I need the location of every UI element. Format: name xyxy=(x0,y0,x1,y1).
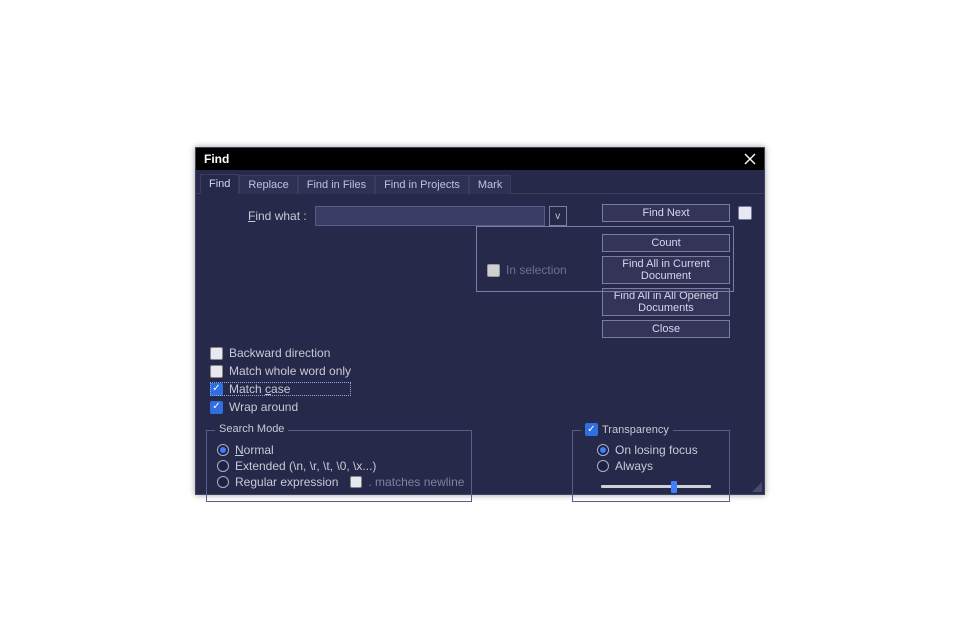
resize-grip-icon[interactable] xyxy=(750,480,762,492)
trans-losing-focus-label: On losing focus xyxy=(615,443,698,457)
trans-losing-focus-radio[interactable] xyxy=(597,444,609,456)
search-options-group: Backward direction Match whole word only… xyxy=(210,346,351,414)
whole-word-option[interactable]: Match whole word only xyxy=(210,364,351,378)
whole-word-checkbox[interactable] xyxy=(210,365,223,378)
wrap-around-label: Wrap around xyxy=(229,400,298,414)
matches-newline-checkbox xyxy=(350,476,362,488)
close-icon[interactable] xyxy=(740,149,760,169)
dialog-title: Find xyxy=(204,152,229,166)
slider-thumb[interactable] xyxy=(671,481,677,493)
trans-always-radio[interactable] xyxy=(597,460,609,472)
match-case-label: Match case xyxy=(229,382,290,396)
find-what-history-dropdown[interactable]: v xyxy=(549,206,567,226)
mode-normal-option[interactable]: Normal xyxy=(217,443,461,457)
trans-always-label: Always xyxy=(615,459,653,473)
transparency-checkbox[interactable] xyxy=(585,423,598,436)
matches-newline-label: . matches newline xyxy=(368,475,464,489)
wrap-around-checkbox[interactable] xyxy=(210,401,223,414)
trans-losing-focus-option[interactable]: On losing focus xyxy=(597,443,719,457)
match-case-option[interactable]: Match case xyxy=(210,382,351,396)
find-all-opened-button[interactable]: Find All in All Opened Documents xyxy=(602,288,730,316)
mode-regex-radio[interactable] xyxy=(217,476,229,488)
in-selection-label: In selection xyxy=(506,263,567,277)
backward-checkbox[interactable] xyxy=(210,347,223,360)
titlebar[interactable]: Find xyxy=(196,148,764,170)
search-mode-legend: Search Mode xyxy=(215,423,288,435)
transparency-fieldset: Transparency On losing focus Always xyxy=(572,430,730,502)
in-selection-checkbox xyxy=(487,264,500,277)
pin-toggle[interactable] xyxy=(738,206,752,220)
mode-regex-label: Regular expression xyxy=(235,475,338,489)
tab-mark[interactable]: Mark xyxy=(469,175,511,194)
whole-word-label: Match whole word only xyxy=(229,364,351,378)
transparency-legend[interactable]: Transparency xyxy=(581,423,673,436)
mode-extended-radio[interactable] xyxy=(217,460,229,472)
backward-label: Backward direction xyxy=(229,346,330,360)
in-selection-option: In selection xyxy=(487,263,567,277)
mode-regex-option[interactable]: Regular expression . matches newline xyxy=(217,475,461,489)
search-mode-fieldset: Search Mode Normal Extended (\n, \r, \t,… xyxy=(206,430,472,502)
find-dialog: Find Find Replace Find in Files Find in … xyxy=(195,147,765,495)
find-what-label: Find what : xyxy=(248,209,311,223)
transparency-slider[interactable] xyxy=(601,479,711,493)
tab-find-in-files[interactable]: Find in Files xyxy=(298,175,375,194)
mode-normal-label: Normal xyxy=(235,443,274,457)
tab-bar: Find Replace Find in Files Find in Proje… xyxy=(196,170,764,194)
dialog-body: Find what : v Find Next Count Find All i… xyxy=(196,194,764,494)
find-what-input[interactable] xyxy=(315,206,545,226)
slider-track xyxy=(601,485,711,488)
find-next-button[interactable]: Find Next xyxy=(602,204,730,222)
tab-find-in-projects[interactable]: Find in Projects xyxy=(375,175,469,194)
mode-extended-label: Extended (\n, \r, \t, \0, \x...) xyxy=(235,459,376,473)
match-case-checkbox[interactable] xyxy=(210,383,223,396)
tab-find[interactable]: Find xyxy=(200,174,239,194)
mode-extended-option[interactable]: Extended (\n, \r, \t, \0, \x...) xyxy=(217,459,461,473)
close-button[interactable]: Close xyxy=(602,320,730,338)
selection-scope-frame: In selection xyxy=(476,226,734,292)
mode-normal-radio[interactable] xyxy=(217,444,229,456)
backward-option[interactable]: Backward direction xyxy=(210,346,351,360)
wrap-around-option[interactable]: Wrap around xyxy=(210,400,351,414)
tab-replace[interactable]: Replace xyxy=(239,175,297,194)
trans-always-option[interactable]: Always xyxy=(597,459,719,473)
